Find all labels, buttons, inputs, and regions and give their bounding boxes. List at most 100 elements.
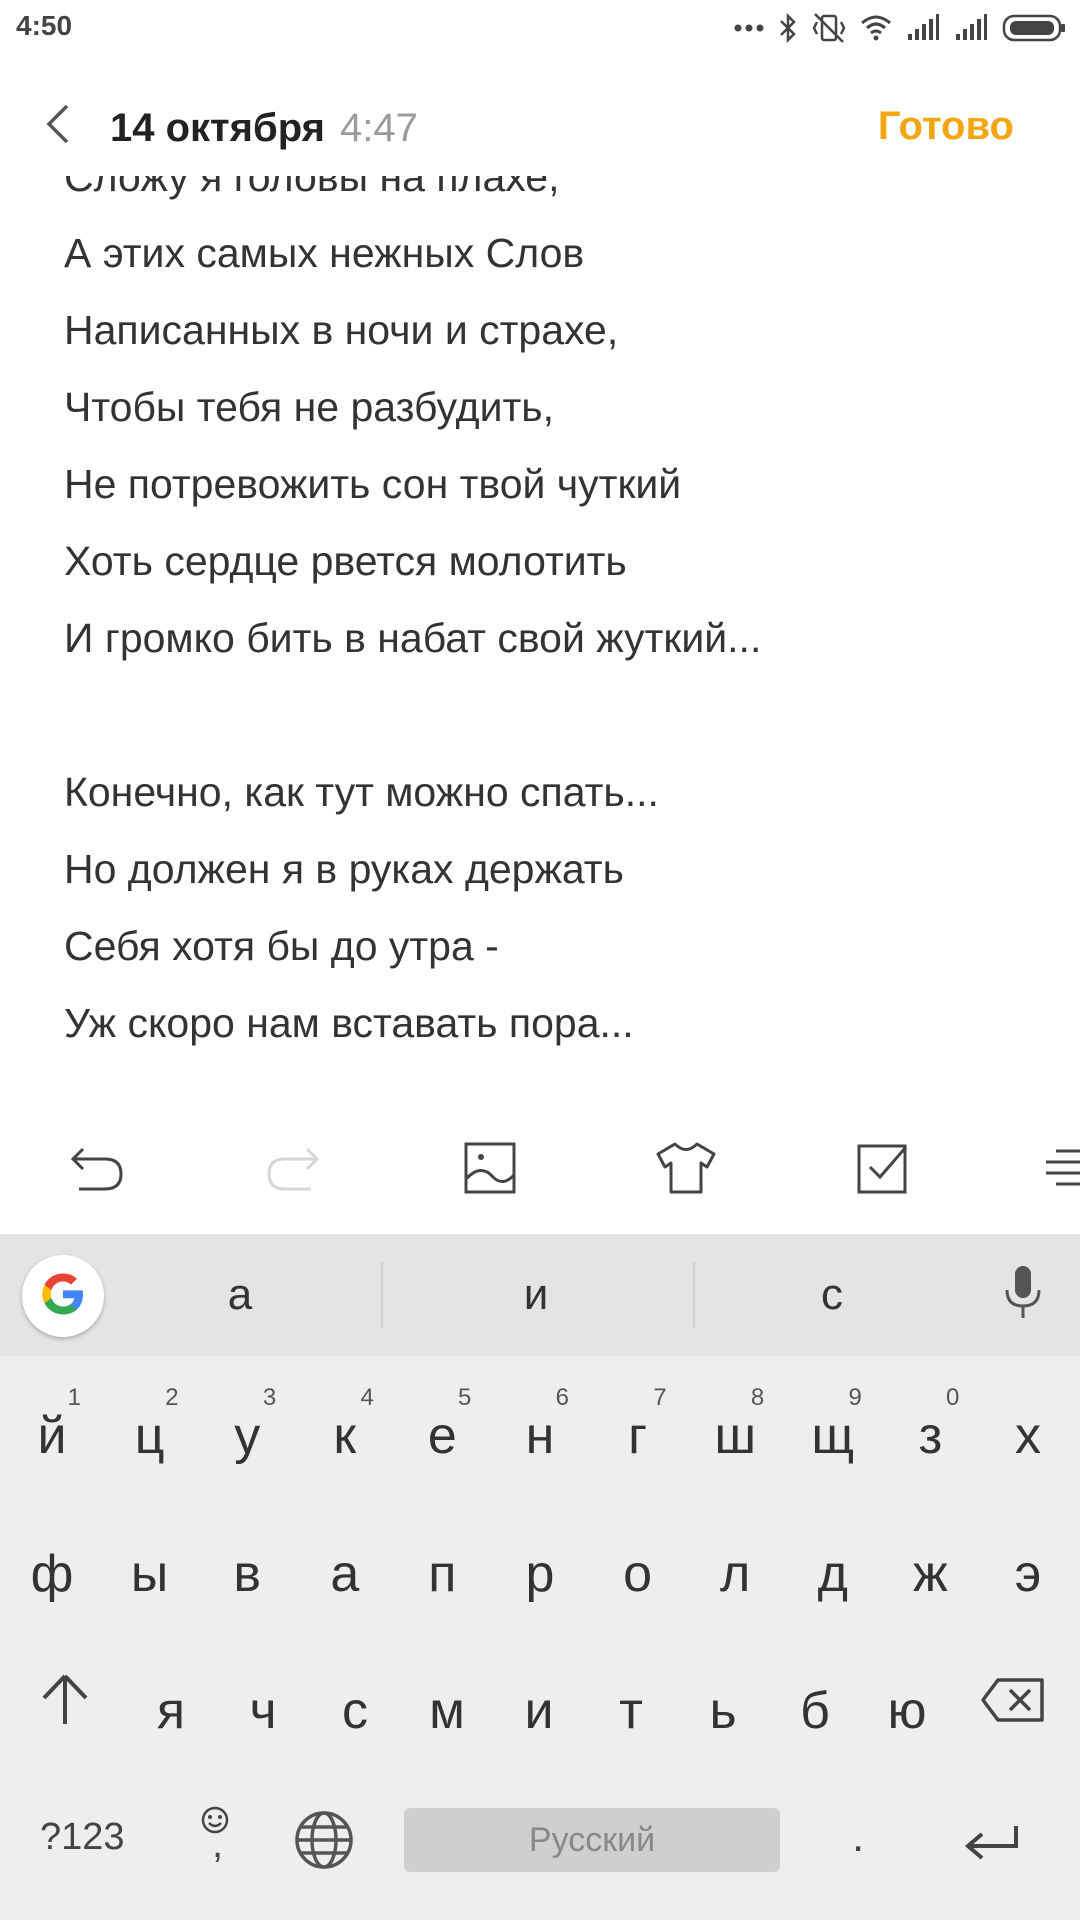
note-line: А этих самых нежных Слов — [64, 230, 585, 276]
backspace-key[interactable] — [980, 1676, 1046, 1734]
key-row3-1[interactable]: я — [122, 1659, 220, 1759]
checklist-button[interactable] — [848, 1137, 918, 1203]
battery-icon — [1002, 14, 1066, 42]
key-letter: н — [525, 1407, 555, 1465]
key-letter: ф — [30, 1545, 74, 1603]
key-letter: л — [720, 1545, 751, 1603]
symbols-key[interactable]: ?123 — [40, 1816, 125, 1859]
google-button[interactable] — [22, 1255, 104, 1337]
key-letter: ж — [912, 1545, 948, 1603]
microphone-icon — [1003, 1264, 1043, 1325]
key-row1-1[interactable]: й1 — [3, 1384, 101, 1484]
key-number-hint: 8 — [750, 1384, 765, 1411]
period-key[interactable]: . — [852, 1812, 864, 1862]
key-row2-7[interactable]: о — [589, 1522, 687, 1622]
key-row2-4[interactable]: а — [296, 1522, 394, 1622]
space-key[interactable]: Русский — [404, 1808, 780, 1872]
vibrate-icon — [812, 12, 846, 44]
back-arrow-icon — [43, 102, 73, 151]
key-row2-2[interactable]: ы — [101, 1522, 199, 1622]
key-row2-6[interactable]: р — [491, 1522, 589, 1622]
status-icons — [734, 8, 1066, 48]
suggestion-3[interactable]: с — [772, 1270, 892, 1320]
note-line: Хоть сердце рвется молотить — [64, 538, 627, 584]
key-row3-9[interactable]: ю — [858, 1659, 956, 1759]
key-letter: з — [918, 1407, 943, 1465]
key-number-hint: 6 — [555, 1384, 569, 1411]
onscreen-keyboard: а и с ?123 , Русский . й 1 ц 2 у 3 к 4 е… — [0, 1234, 1080, 1920]
note-date: 14 октября — [110, 106, 325, 150]
note-line: Написанных в ночи и страхе, — [64, 307, 619, 353]
format-toolbar — [0, 1125, 1080, 1215]
voice-input-button[interactable] — [998, 1264, 1048, 1324]
note-time: 4:47 — [340, 106, 418, 150]
wifi-icon — [860, 15, 892, 41]
shift-key[interactable] — [40, 1672, 90, 1736]
key-letter: х — [1015, 1407, 1041, 1465]
key-letter: б — [800, 1682, 830, 1740]
key-row3-8[interactable]: б — [766, 1659, 864, 1759]
status-time: 4:50 — [16, 10, 73, 41]
note-line: Не потревожить сон твой чуткий — [64, 461, 682, 507]
enter-key[interactable] — [964, 1824, 1020, 1872]
key-row3-7[interactable]: ь — [674, 1659, 772, 1759]
backspace-icon — [980, 1678, 1046, 1733]
key-row1-11[interactable]: х — [979, 1384, 1077, 1484]
key-letter: ш — [714, 1407, 757, 1465]
key-row1-7[interactable]: г7 — [589, 1384, 687, 1484]
emoji-comma-key[interactable]: , — [198, 1800, 238, 1870]
key-row1-8[interactable]: ш8 — [686, 1384, 784, 1484]
note-line: Чтобы тебя не разбудить, — [64, 384, 555, 430]
key-row1-6[interactable]: н6 — [491, 1384, 589, 1484]
key-row2-3[interactable]: в — [198, 1522, 296, 1622]
key-row1-3[interactable]: у3 — [198, 1384, 296, 1484]
key-number-hint: 2 — [165, 1384, 179, 1411]
key-letter: с — [342, 1682, 368, 1740]
redo-button[interactable] — [258, 1137, 328, 1203]
key-letter: д — [817, 1545, 848, 1603]
key-letter: о — [623, 1545, 653, 1603]
key-row3-5[interactable]: и — [490, 1659, 588, 1759]
done-button[interactable]: Готово — [878, 104, 1014, 149]
key-row2-11[interactable]: э — [979, 1522, 1077, 1622]
key-letter: ю — [887, 1682, 927, 1740]
undo-button[interactable] — [62, 1137, 132, 1203]
key-row2-1[interactable]: ф — [3, 1522, 101, 1622]
language-key[interactable] — [294, 1810, 354, 1880]
comma-label: , — [212, 1822, 224, 1866]
key-letter: т — [619, 1682, 643, 1740]
format-list-icon — [1044, 1143, 1080, 1198]
key-row3-6[interactable]: т — [582, 1659, 680, 1759]
key-row2-10[interactable]: ж — [881, 1522, 979, 1622]
key-letter: м — [429, 1682, 465, 1740]
key-row1-5[interactable]: е5 — [393, 1384, 491, 1484]
key-row3-4[interactable]: м — [398, 1659, 496, 1759]
note-line: Конечно, как тут можно спать... — [64, 769, 659, 815]
suggestion-1[interactable]: а — [180, 1270, 300, 1320]
key-row2-5[interactable]: п — [393, 1522, 491, 1622]
format-list-button[interactable] — [1044, 1137, 1080, 1203]
key-row3-3[interactable]: с — [306, 1659, 404, 1759]
key-letter: п — [428, 1545, 457, 1603]
theme-button[interactable] — [651, 1137, 721, 1203]
signal-icon — [954, 14, 988, 42]
more-dots-icon — [734, 23, 764, 33]
key-row1-9[interactable]: щ9 — [784, 1384, 882, 1484]
status-bar: 4:50 — [0, 0, 1080, 56]
key-row1-2[interactable]: ц2 — [101, 1384, 199, 1484]
key-row2-9[interactable]: д — [784, 1522, 882, 1622]
key-letter: и — [524, 1682, 554, 1740]
suggestion-2[interactable]: и — [476, 1270, 596, 1320]
insert-image-button[interactable] — [455, 1137, 525, 1203]
key-letter: у — [234, 1407, 261, 1465]
key-letter: г — [628, 1407, 648, 1465]
key-row1-4[interactable]: к4 — [296, 1384, 394, 1484]
back-button[interactable] — [30, 98, 86, 154]
key-row3-2[interactable]: ч — [214, 1659, 312, 1759]
signal-icon — [906, 14, 940, 42]
key-row1-10[interactable]: з0 — [881, 1384, 979, 1484]
key-number-hint: 1 — [67, 1384, 81, 1411]
suggestion-bar: а и с — [0, 1234, 1080, 1356]
key-row2-8[interactable]: л — [686, 1522, 784, 1622]
note-editor[interactable]: Сложу я головы на плахе, А этих самых не… — [0, 176, 1080, 1076]
